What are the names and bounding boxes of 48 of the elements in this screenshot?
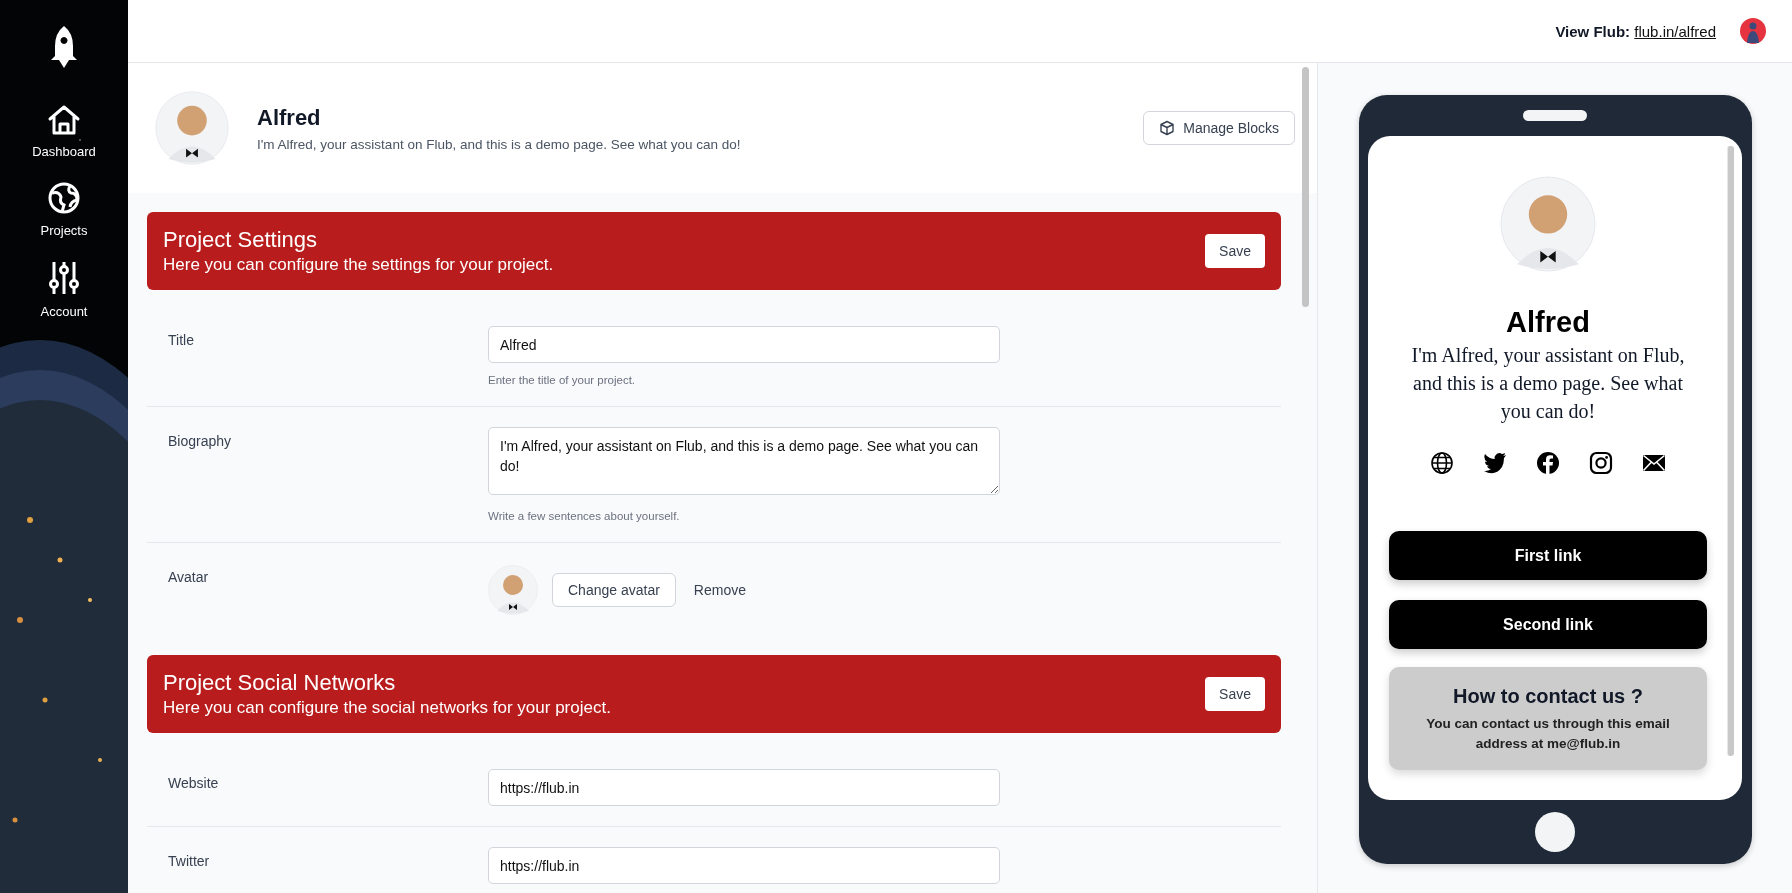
field-label: Title (168, 331, 195, 350)
field-label: Avatar (168, 568, 210, 587)
section-subtitle: Here you can configure the settings for your project. (163, 254, 555, 276)
field-label: Twitter (168, 852, 211, 871)
instagram-icon[interactable] (1589, 451, 1613, 475)
user-avatar[interactable] (1740, 18, 1766, 44)
section-subtitle: Here you can configure the social networks for your project. (163, 697, 612, 719)
nav-item[interactable]: Projects (40, 181, 88, 238)
nav-item[interactable]: Dashboard (32, 104, 96, 159)
change-avatar-button[interactable]: Change avatar (552, 573, 676, 607)
remove-button[interactable]: Remove (689, 578, 750, 602)
globe-icon (47, 181, 81, 215)
save-button[interactable]: Save (1205, 677, 1265, 711)
help-text: Write a few sentences about yourself. (488, 510, 681, 522)
globe-icon[interactable] (1430, 451, 1454, 475)
scrollbar-thumb[interactable] (1302, 67, 1309, 307)
home-icon (47, 104, 81, 136)
contact-text: You can contact us through this email address at me@flub.in (1425, 715, 1671, 753)
section-title: Project Social Networks (163, 669, 397, 697)
text-input[interactable]: Alfred (488, 326, 1000, 363)
contact-title: How to contact us ? (1452, 685, 1644, 708)
flub-link[interactable]: flub.in/alfred (1634, 22, 1716, 40)
link-button[interactable]: Second link (1389, 600, 1707, 649)
profile-name: Alfred (257, 104, 322, 131)
cube-icon (1159, 120, 1176, 136)
phone-speaker (1523, 110, 1587, 121)
avatar (488, 565, 538, 615)
save-button[interactable]: Save (1205, 234, 1265, 268)
sliders-icon (47, 260, 81, 296)
text-area[interactable]: I'm Alfred, your assistant on Flub, and this is a demo page. See what you can do! (488, 427, 1000, 495)
help-text: Enter the title of your project. (488, 374, 637, 386)
facebook-icon[interactable] (1536, 451, 1560, 475)
mail-icon[interactable] (1642, 454, 1666, 472)
profile-bio: I'm Alfred, your assistant on Flub, and this is a demo page. See what you can do! (257, 136, 742, 152)
link-button[interactable]: First link (1389, 531, 1707, 580)
text-input[interactable]: https://flub.in (488, 847, 1000, 884)
view-flub-text: View Flub: flub.in/alfred (1555, 22, 1716, 40)
field-label: Website (168, 774, 220, 793)
manage-blocks-button[interactable]: Manage Blocks (1143, 111, 1295, 145)
rocket-icon[interactable] (49, 26, 79, 68)
section-title: Project Settings (163, 226, 319, 254)
field-label: Biography (168, 432, 233, 451)
scrollbar-thumb[interactable] (1727, 146, 1734, 756)
preview-name: Alfred (1506, 306, 1590, 339)
bird-icon[interactable] (1483, 452, 1507, 474)
text-input[interactable]: https://flub.in (488, 769, 1000, 806)
preview-bio: I'm Alfred, your assistant on Flub, and this is a demo page. See what you can do! (1410, 343, 1686, 425)
nav-item[interactable]: Account (40, 260, 88, 319)
